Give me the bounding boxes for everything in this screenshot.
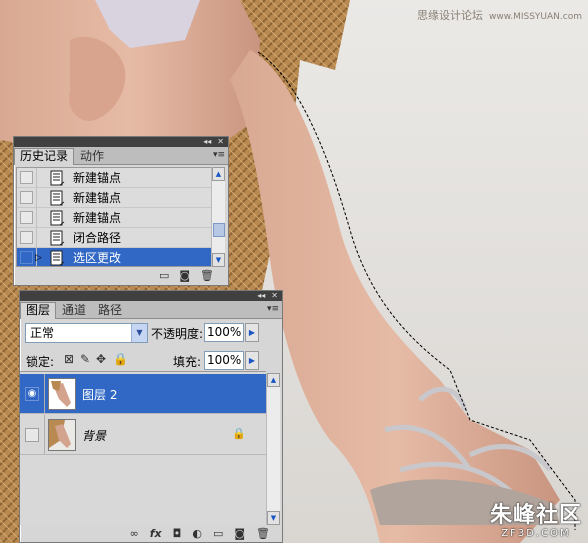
- panel-menu-icon[interactable]: ▾≡: [267, 304, 279, 314]
- watermark-top: 思缘设计论坛 www.MISSYUAN.com: [417, 7, 582, 23]
- layer-thumbnail: [48, 419, 76, 451]
- collapse-icon[interactable]: ◂◂: [257, 291, 265, 301]
- lock-position-icon[interactable]: ✥: [96, 352, 106, 366]
- watermark-url: www.MISSYUAN.com: [488, 12, 582, 22]
- scroll-down-icon[interactable]: ▼: [212, 253, 225, 267]
- fill-slider-arrow-icon[interactable]: ▶: [245, 351, 259, 370]
- history-item-label: 新建锚点: [73, 171, 122, 185]
- create-snapshot-icon[interactable]: ◙: [179, 270, 190, 282]
- history-list: 新建锚点 新建锚点 新建锚点 闭合路径 ▷ 选区更改: [16, 167, 213, 267]
- trash-icon[interactable]: 🗑: [256, 528, 270, 540]
- panel-menu-icon[interactable]: ▾≡: [213, 150, 225, 160]
- snapshot-checkbox[interactable]: [17, 187, 37, 208]
- snapshot-checkbox[interactable]: [17, 227, 37, 248]
- document-icon: [50, 170, 65, 185]
- layers-bottombar: ∞ fx ◘ ◐ ▭ ◙ 🗑: [20, 526, 282, 542]
- document-icon: [50, 210, 65, 225]
- scroll-up-icon[interactable]: ▲: [267, 373, 280, 387]
- tab-channels[interactable]: 通道: [56, 302, 92, 318]
- tab-paths[interactable]: 路径: [92, 302, 128, 318]
- layer-name[interactable]: 背景: [82, 427, 106, 444]
- document-icon: [50, 230, 65, 245]
- history-item-label: 选区更改: [73, 251, 122, 265]
- opacity-label: 不透明度:: [151, 327, 204, 341]
- chevron-down-icon[interactable]: ▼: [131, 324, 147, 342]
- scroll-down-icon[interactable]: ▼: [267, 511, 280, 525]
- history-bottombar: ▭ ◙ 🗑: [14, 267, 228, 285]
- fill-label: 填充:: [173, 355, 202, 369]
- watermark-text: 思缘设计论坛: [416, 9, 483, 22]
- history-item-selected[interactable]: ▷ 选区更改: [17, 247, 212, 266]
- opacity-slider-arrow-icon[interactable]: ▶: [245, 323, 259, 342]
- lock-icon: 🔒: [232, 427, 246, 440]
- history-item[interactable]: 闭合路径: [17, 227, 212, 248]
- opacity-input[interactable]: 100%: [204, 323, 244, 342]
- history-scrollbar[interactable]: ▲ ▼: [211, 167, 225, 267]
- layers-tabbar: 图层 通道 路径 ▾≡: [20, 301, 282, 319]
- new-document-from-state-icon[interactable]: ▭: [159, 270, 169, 282]
- panel-title-strip: ◂◂ ✕: [14, 137, 228, 147]
- watermark-logo-text: 朱峰社区: [489, 503, 582, 528]
- watermark-logo-url: ZF3D.COM: [501, 528, 571, 539]
- tab-history[interactable]: 历史记录: [14, 148, 75, 165]
- history-item[interactable]: 新建锚点: [17, 207, 212, 228]
- new-layer-icon[interactable]: ◙: [234, 528, 245, 540]
- blend-mode-value: 正常: [30, 326, 55, 340]
- lock-label: 锁定:: [26, 355, 55, 369]
- snapshot-checkbox[interactable]: [17, 168, 37, 188]
- document-icon: [50, 190, 65, 205]
- layer-row-background[interactable]: 背景 🔒: [20, 415, 266, 455]
- lock-image-icon[interactable]: ✎: [80, 352, 90, 366]
- layer-mask-icon[interactable]: ◘: [173, 528, 182, 540]
- layers-scrollbar[interactable]: ▲ ▼: [266, 373, 280, 525]
- close-icon[interactable]: ✕: [217, 137, 224, 147]
- watermark-bottom: 朱峰社区 ZF3D.COM: [489, 503, 582, 540]
- tab-layers[interactable]: 图层: [20, 302, 57, 319]
- scroll-up-icon[interactable]: ▲: [212, 167, 225, 181]
- collapse-icon[interactable]: ◂◂: [203, 137, 211, 147]
- tab-actions[interactable]: 动作: [74, 148, 110, 164]
- lock-transparent-icon[interactable]: ⊠: [64, 352, 74, 366]
- eye-icon[interactable]: ◉: [25, 387, 39, 401]
- scroll-thumb[interactable]: [213, 223, 225, 237]
- layer-row-layer-2[interactable]: ◉ 图层 2: [20, 374, 266, 414]
- layer-thumbnail: [48, 378, 76, 410]
- history-state-arrow-icon[interactable]: ▷: [35, 253, 42, 263]
- history-item-label: 闭合路径: [73, 231, 122, 245]
- visibility-toggle[interactable]: [25, 428, 39, 442]
- history-item[interactable]: 新建锚点: [17, 168, 212, 188]
- layer-list: ◉ 图层 2 背景 🔒: [20, 371, 266, 525]
- link-layers-icon[interactable]: ∞: [130, 528, 139, 540]
- history-item-label: 新建锚点: [73, 211, 122, 225]
- snapshot-checkbox[interactable]: [17, 247, 37, 266]
- snapshot-checkbox[interactable]: [17, 207, 37, 228]
- history-item[interactable]: 新建锚点: [17, 187, 212, 208]
- panel-title-strip: ◂◂ ✕: [20, 291, 282, 301]
- history-tabbar: 历史记录 动作 ▾≡: [14, 147, 228, 165]
- layer-name[interactable]: 图层 2: [82, 386, 117, 403]
- history-panel: ◂◂ ✕ 历史记录 动作 ▾≡ 新建锚点 新建锚点 新建锚点 闭合路径 ▷ 选区…: [13, 136, 229, 286]
- history-item-label: 新建锚点: [73, 191, 122, 205]
- layer-style-fx-icon[interactable]: fx: [150, 528, 162, 540]
- adjustment-layer-icon[interactable]: ◐: [192, 528, 202, 540]
- new-group-icon[interactable]: ▭: [213, 528, 223, 540]
- layers-panel: ◂◂ ✕ 图层 通道 路径 ▾≡ 正常 ▼ 不透明度: 100% ▶ 锁定: ⊠…: [19, 290, 283, 543]
- lock-all-icon[interactable]: 🔒: [113, 352, 128, 366]
- trash-icon[interactable]: 🗑: [200, 270, 214, 282]
- document-icon: [50, 250, 65, 265]
- fill-input[interactable]: 100%: [204, 351, 244, 370]
- close-icon[interactable]: ✕: [271, 291, 278, 301]
- blend-mode-select[interactable]: 正常 ▼: [25, 323, 148, 343]
